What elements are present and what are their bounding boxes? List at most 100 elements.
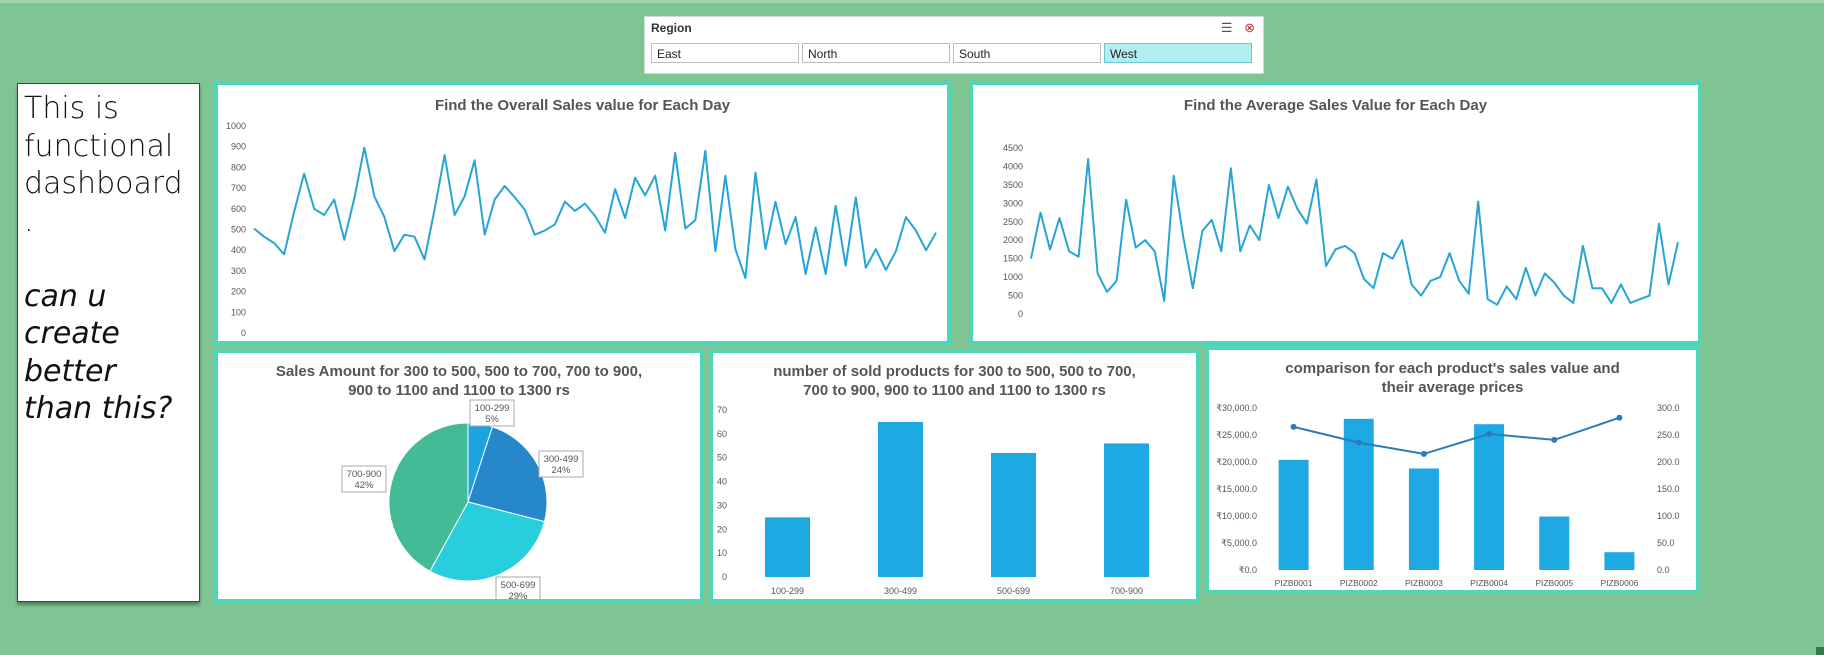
y-tick-label: 0 bbox=[1018, 309, 1023, 319]
y-tick-label: 1000 bbox=[226, 121, 246, 131]
y-right-tick-label: 100.0 bbox=[1657, 511, 1680, 521]
y-tick-label: 1000 bbox=[1003, 272, 1023, 282]
y-tick-label: 700 bbox=[231, 183, 246, 193]
x-tick-label: 300-499 bbox=[884, 586, 917, 596]
bar bbox=[765, 517, 810, 577]
bar bbox=[1539, 516, 1570, 570]
y-tick-label: 10 bbox=[717, 548, 727, 558]
y-tick-label: 30 bbox=[717, 500, 727, 510]
data-label-percent: 5% bbox=[485, 414, 499, 425]
avg-price-line bbox=[1293, 416, 1620, 455]
data-label-category: 100-299 bbox=[475, 403, 510, 414]
y-right-tick-label: 0.0 bbox=[1657, 565, 1670, 575]
y-tick-label: 400 bbox=[231, 245, 246, 255]
series-line bbox=[253, 146, 937, 280]
y-left-tick-label: ₹0.0 bbox=[1239, 565, 1257, 575]
y-tick-label: 60 bbox=[717, 429, 727, 439]
slicer-item-north[interactable]: North bbox=[802, 43, 950, 63]
y-tick-label: 50 bbox=[717, 453, 727, 463]
x-tick-label: PIZB0002 bbox=[1340, 578, 1378, 588]
bar bbox=[1104, 443, 1149, 577]
product-comparison-chart[interactable]: comparison for each product's sales valu… bbox=[1205, 346, 1700, 594]
data-label-category: 700-900 bbox=[347, 469, 382, 480]
y-right-tick-label: 250.0 bbox=[1657, 430, 1680, 440]
y-tick-label: 600 bbox=[231, 204, 246, 214]
bar bbox=[991, 452, 1036, 577]
bar bbox=[1474, 424, 1505, 570]
x-tick-label: PIZB0006 bbox=[1601, 578, 1639, 588]
y-tick-label: 900 bbox=[231, 142, 246, 152]
data-label-category: 300-499 bbox=[544, 454, 579, 465]
y-tick-label: 3500 bbox=[1003, 180, 1023, 190]
y-tick-label: 40 bbox=[717, 477, 727, 487]
overall-sales-plot: 0 100 200 300 400 500 600 700 800 900 1000 bbox=[226, 121, 937, 338]
y-tick-label: 3000 bbox=[1003, 198, 1023, 208]
data-label-percent: 29% bbox=[508, 591, 528, 599]
y-tick-label: 70 bbox=[717, 405, 727, 415]
bar bbox=[878, 421, 923, 577]
slicer-item-south[interactable]: South bbox=[953, 43, 1101, 63]
series-line bbox=[1030, 158, 1679, 306]
y-left-tick-label: ₹30,000.0 bbox=[1216, 403, 1257, 413]
y-right-tick-label: 300.0 bbox=[1657, 403, 1680, 413]
avg-price-marker bbox=[1486, 430, 1493, 437]
resize-handle[interactable] bbox=[1816, 647, 1824, 655]
y-tick-label: 500 bbox=[231, 225, 246, 235]
avg-price-marker bbox=[1355, 439, 1362, 446]
data-label-percent: 24% bbox=[551, 465, 571, 476]
sales-amount-pie-chart[interactable]: Sales Amount for 300 to 500, 500 to 700,… bbox=[214, 349, 704, 603]
y-left-tick-label: ₹15,000.0 bbox=[1216, 484, 1257, 494]
region-slicer[interactable]: Region ☰ ⊗ East North South West bbox=[644, 16, 1264, 74]
y-left-tick-label: ₹10,000.0 bbox=[1216, 511, 1257, 521]
pie-plot: 100-2995% 300-49924% 500-69929% 700-90042% bbox=[341, 399, 584, 599]
x-tick-label: PIZB0004 bbox=[1470, 578, 1508, 588]
slicer-item-east[interactable]: East bbox=[651, 43, 799, 63]
y-tick-label: 0 bbox=[241, 328, 246, 338]
y-tick-label: 1500 bbox=[1003, 254, 1023, 264]
data-label-category: 500-699 bbox=[501, 580, 536, 591]
x-tick-label: 100-299 bbox=[771, 586, 804, 596]
y-tick-label: 20 bbox=[717, 524, 727, 534]
overall-sales-chart[interactable]: Find the Overall Sales value for Each Da… bbox=[214, 81, 951, 345]
avg-price-marker bbox=[1420, 450, 1427, 457]
average-sales-chart[interactable]: Find the Average Sales Value for Each Da… bbox=[969, 81, 1702, 345]
bar bbox=[1278, 459, 1309, 570]
y-left-tick-label: ₹20,000.0 bbox=[1216, 457, 1257, 467]
x-tick-label: PIZB0003 bbox=[1405, 578, 1443, 588]
y-right-tick-label: 50.0 bbox=[1657, 538, 1675, 548]
bar bbox=[1604, 552, 1635, 570]
clear-filter-icon[interactable]: ⊗ bbox=[1244, 20, 1255, 35]
y-left-tick-label: ₹5,000.0 bbox=[1221, 538, 1257, 548]
bar-plot: 0 10 20 30 40 50 60 70 100-299 300-499 500-699 700-… bbox=[717, 405, 1149, 596]
avg-price-marker bbox=[1616, 414, 1623, 421]
note-question: can u create better than this? bbox=[24, 278, 173, 427]
x-tick-label: 700-900 bbox=[1110, 586, 1143, 596]
x-tick-label: PIZB0005 bbox=[1535, 578, 1573, 588]
y-tick-label: 4500 bbox=[1003, 143, 1023, 153]
slicer-title: Region bbox=[651, 21, 692, 35]
y-tick-label: 300 bbox=[231, 266, 246, 276]
bar bbox=[1408, 468, 1439, 570]
y-tick-label: 200 bbox=[231, 287, 246, 297]
slicer-item-west[interactable]: West bbox=[1104, 43, 1252, 63]
y-tick-label: 4000 bbox=[1003, 161, 1023, 171]
y-tick-label: 800 bbox=[231, 162, 246, 172]
y-tick-label: 100 bbox=[231, 307, 246, 317]
y-right-tick-label: 150.0 bbox=[1657, 484, 1680, 494]
data-label-percent: 42% bbox=[354, 480, 374, 491]
avg-price-marker bbox=[1290, 423, 1297, 430]
average-sales-plot: 0 500 1000 1500 2000 2500 3000 3500 4000 4500 bbox=[1003, 143, 1679, 319]
sold-products-bar-chart[interactable]: number of sold products for 300 to 500, … bbox=[709, 349, 1200, 603]
note-textbox[interactable]: This is functional dashboard . can u cre… bbox=[17, 83, 200, 602]
y-left-tick-label: ₹25,000.0 bbox=[1216, 430, 1257, 440]
y-tick-label: 500 bbox=[1008, 291, 1023, 301]
x-tick-label: 500-699 bbox=[997, 586, 1030, 596]
x-tick-label: PIZB0001 bbox=[1275, 578, 1313, 588]
y-right-tick-label: 200.0 bbox=[1657, 457, 1680, 467]
avg-price-marker bbox=[1551, 436, 1558, 443]
y-tick-label: 2500 bbox=[1003, 217, 1023, 227]
multi-select-icon[interactable]: ☰ bbox=[1221, 20, 1233, 35]
y-tick-label: 2000 bbox=[1003, 235, 1023, 245]
note-statement: This is functional dashboard . bbox=[24, 91, 183, 239]
y-tick-label: 0 bbox=[722, 572, 727, 582]
